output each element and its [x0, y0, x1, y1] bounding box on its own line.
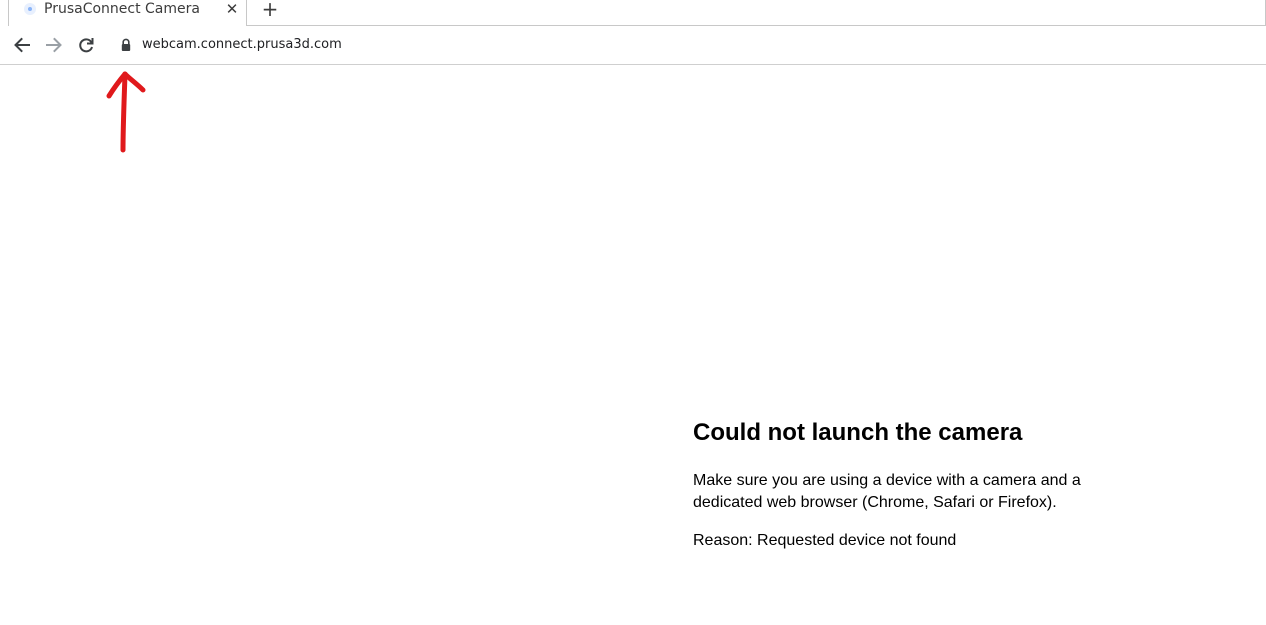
back-button[interactable] [11, 34, 33, 56]
forward-arrow-icon [46, 37, 62, 53]
lock-icon[interactable] [120, 38, 132, 52]
red-up-arrow-icon [106, 71, 146, 153]
reload-button[interactable] [75, 34, 97, 56]
url-text[interactable]: webcam.connect.prusa3d.com [142, 36, 342, 53]
error-description: Make sure you are using a device with a … [693, 472, 1081, 511]
tab-title: PrusaConnect Camera [44, 1, 200, 17]
camera-error-message: Could not launch the camera Make sure yo… [693, 418, 1113, 552]
error-heading: Could not launch the camera [693, 419, 1023, 446]
tab-strip: PrusaConnect Camera ✕ + [0, 0, 1266, 26]
error-reason: Reason: Requested device not found [693, 532, 957, 549]
address-bar[interactable]: webcam.connect.prusa3d.com [108, 30, 1266, 60]
prusa-favicon-icon [24, 3, 36, 15]
forward-button[interactable] [43, 34, 65, 56]
new-tab-button[interactable]: + [259, 0, 281, 19]
browser-toolbar: webcam.connect.prusa3d.com [0, 26, 1266, 65]
tab-close-icon[interactable]: ✕ [224, 0, 240, 18]
reload-icon [79, 38, 94, 53]
tab-prusaconnect-camera[interactable]: PrusaConnect Camera ✕ [8, 0, 247, 26]
back-arrow-icon [14, 37, 30, 53]
